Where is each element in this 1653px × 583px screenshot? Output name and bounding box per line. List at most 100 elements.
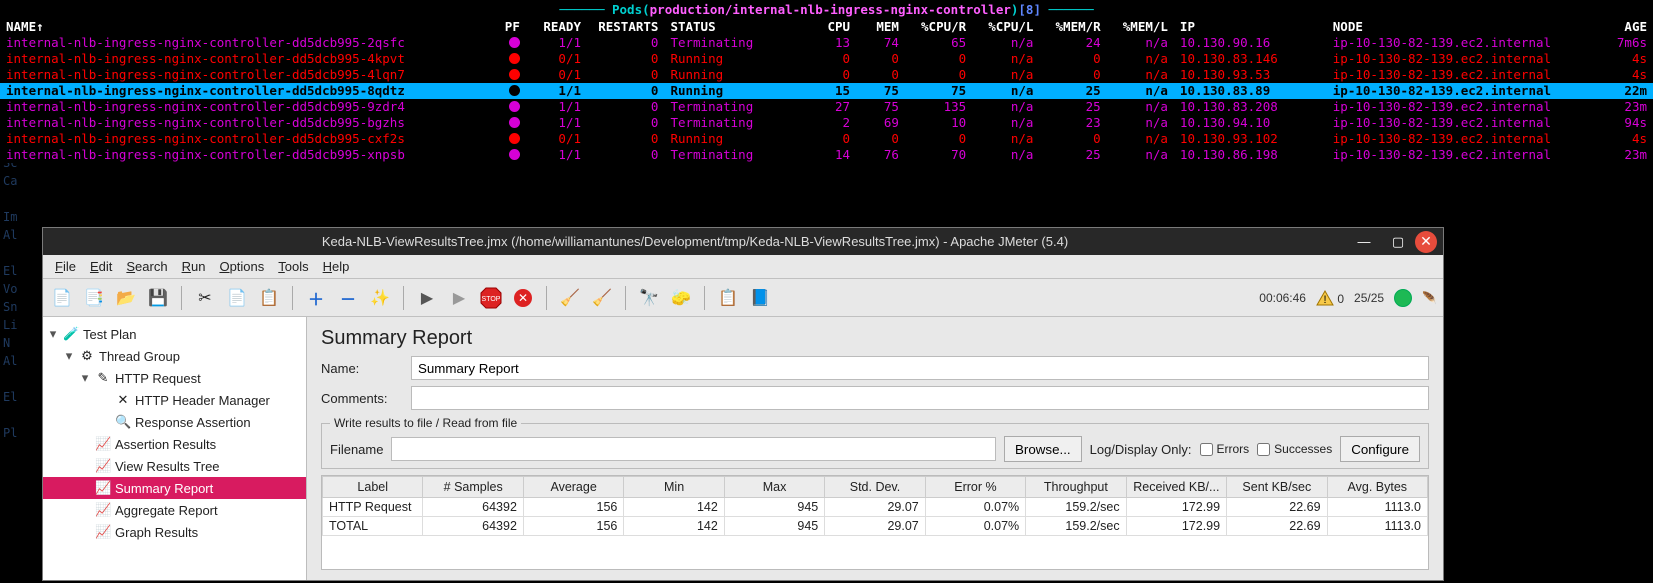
summary-col[interactable]: Label — [323, 477, 423, 498]
summary-col[interactable]: Std. Dev. — [825, 477, 925, 498]
templates-icon[interactable]: 📑 — [81, 285, 107, 311]
minus-icon[interactable]: － — [335, 285, 361, 311]
tree-item-icon: 📈 — [95, 524, 111, 540]
col-cpur[interactable]: %CPU/R — [905, 19, 972, 35]
open-icon[interactable]: 📂 — [113, 285, 139, 311]
run-no-timers-icon[interactable]: ▶ — [446, 285, 472, 311]
tree-node[interactable]: ▾ ⚙ Thread Group — [43, 345, 306, 367]
summary-col[interactable]: # Samples — [423, 477, 523, 498]
svg-text:STOP: STOP — [482, 296, 501, 303]
minimize-button[interactable]: — — [1351, 233, 1377, 251]
name-field[interactable] — [411, 356, 1429, 380]
browse-button[interactable]: Browse... — [1004, 436, 1082, 462]
cut-icon[interactable]: ✂ — [192, 285, 218, 311]
wand-icon[interactable]: ✨ — [367, 285, 393, 311]
menu-tools[interactable]: Tools — [272, 257, 314, 276]
shutdown-icon[interactable]: ✕ — [510, 285, 536, 311]
pod-row[interactable]: internal-nlb-ingress-nginx-controller-dd… — [0, 67, 1653, 83]
pod-row[interactable]: internal-nlb-ingress-nginx-controller-dd… — [0, 83, 1653, 99]
summary-row[interactable]: HTTP Request6439215614294529.070.07%159.… — [323, 498, 1428, 517]
summary-col[interactable]: Avg. Bytes — [1327, 477, 1427, 498]
col-mem[interactable]: MEM — [856, 19, 905, 35]
pod-row[interactable]: internal-nlb-ingress-nginx-controller-dd… — [0, 115, 1653, 131]
summary-row[interactable]: TOTAL6439215614294529.070.07%159.2/sec17… — [323, 517, 1428, 536]
summary-col[interactable]: Received KB/... — [1126, 477, 1226, 498]
col-cpul[interactable]: %CPU/L — [972, 19, 1039, 35]
tree-node[interactable]: 📈 Assertion Results — [43, 433, 306, 455]
tree-node[interactable]: 📈 Aggregate Report — [43, 499, 306, 521]
col-node[interactable]: NODE — [1327, 19, 1592, 35]
pod-row[interactable]: internal-nlb-ingress-nginx-controller-dd… — [0, 131, 1653, 147]
summary-col[interactable]: Sent KB/sec — [1227, 477, 1327, 498]
search-icon[interactable]: 🔭 — [636, 285, 662, 311]
col-status[interactable]: STATUS — [664, 19, 807, 35]
tree-item-label: Response Assertion — [135, 415, 251, 430]
errors-checkbox[interactable]: Errors — [1200, 442, 1250, 456]
test-plan-tree[interactable]: ▾ 🧪 Test Plan ▾ ⚙ Thread Group ▾ ✎ HTTP … — [43, 317, 307, 580]
menu-options[interactable]: Options — [213, 257, 270, 276]
close-button[interactable]: ✕ — [1415, 231, 1437, 253]
menu-run[interactable]: Run — [176, 257, 212, 276]
col-ready[interactable]: READY — [526, 19, 587, 35]
stop-icon[interactable]: STOP — [478, 285, 504, 311]
script-status-icon: 🪶 — [1422, 291, 1437, 305]
plus-icon[interactable]: ＋ — [303, 285, 329, 311]
tree-node[interactable]: ▾ ✎ HTTP Request — [43, 367, 306, 389]
maximize-button[interactable]: ▢ — [1385, 233, 1411, 251]
broom2-icon[interactable]: 🧹 — [589, 285, 615, 311]
summary-col[interactable]: Max — [724, 477, 824, 498]
pod-row[interactable]: internal-nlb-ingress-nginx-controller-dd… — [0, 51, 1653, 67]
summary-col[interactable]: Error % — [925, 477, 1025, 498]
tree-node[interactable]: 📈 Summary Report — [43, 477, 306, 499]
comments-field[interactable] — [411, 386, 1429, 410]
tree-node[interactable]: ▾ 🧪 Test Plan — [43, 323, 306, 345]
filename-field[interactable] — [391, 437, 996, 461]
menu-search[interactable]: Search — [120, 257, 173, 276]
tree-twisty-icon[interactable]: ▾ — [47, 326, 59, 342]
svg-text:!: ! — [1323, 294, 1326, 306]
tree-node[interactable]: 📈 View Results Tree — [43, 455, 306, 477]
warning-indicator[interactable]: ! 0 — [1316, 290, 1344, 306]
tree-twisty-icon[interactable]: ▾ — [63, 348, 75, 364]
menu-file[interactable]: File — [49, 257, 82, 276]
function-helper-icon[interactable]: 📋 — [715, 285, 741, 311]
jmeter-titlebar[interactable]: Keda-NLB-ViewResultsTree.jmx (/home/will… — [43, 228, 1443, 255]
clear-search-icon[interactable]: 🧽 — [668, 285, 694, 311]
run-icon[interactable]: ▶ — [414, 285, 440, 311]
summary-table[interactable]: Label# SamplesAverageMinMaxStd. Dev.Erro… — [321, 475, 1429, 570]
menu-help[interactable]: Help — [317, 257, 356, 276]
summary-col[interactable]: Throughput — [1026, 477, 1126, 498]
pod-row[interactable]: internal-nlb-ingress-nginx-controller-dd… — [0, 35, 1653, 51]
menu-edit[interactable]: Edit — [84, 257, 118, 276]
summary-col[interactable]: Min — [624, 477, 724, 498]
jmeter-menubar[interactable]: FileEditSearchRunOptionsToolsHelp — [43, 255, 1443, 279]
col-age[interactable]: AGE — [1592, 19, 1653, 35]
tree-node[interactable]: 📈 Graph Results — [43, 521, 306, 543]
col-ip[interactable]: IP — [1174, 19, 1327, 35]
summary-col[interactable]: Average — [523, 477, 623, 498]
new-icon[interactable]: 📄 — [49, 285, 75, 311]
help-icon[interactable]: 📘 — [747, 285, 773, 311]
tree-node[interactable]: ✕ HTTP Header Manager — [43, 389, 306, 411]
pods-header-row[interactable]: NAME↑ PF READY RESTARTS STATUS CPU MEM %… — [0, 19, 1653, 35]
tree-twisty-icon[interactable]: ▾ — [79, 370, 91, 386]
col-meml[interactable]: %MEM/L — [1107, 19, 1174, 35]
col-name[interactable]: NAME↑ — [0, 19, 489, 35]
save-icon[interactable]: 💾 — [145, 285, 171, 311]
tree-item-icon: ⚙ — [79, 348, 95, 364]
copy-icon[interactable]: 📄 — [224, 285, 250, 311]
col-pf[interactable]: PF — [489, 19, 526, 35]
col-cpu[interactable]: CPU — [807, 19, 856, 35]
summary-header-row[interactable]: Label# SamplesAverageMinMaxStd. Dev.Erro… — [323, 477, 1428, 498]
pods-table[interactable]: NAME↑ PF READY RESTARTS STATUS CPU MEM %… — [0, 19, 1653, 163]
col-memr[interactable]: %MEM/R — [1039, 19, 1106, 35]
paste-icon[interactable]: 📋 — [256, 285, 282, 311]
jmeter-toolbar[interactable]: 📄 📑 📂 💾 ✂ 📄 📋 ＋ － ✨ ▶ ▶ STOP ✕ 🧹 🧹 🔭 🧽 📋… — [43, 279, 1443, 317]
pod-row[interactable]: internal-nlb-ingress-nginx-controller-dd… — [0, 147, 1653, 163]
broom1-icon[interactable]: 🧹 — [557, 285, 583, 311]
pod-row[interactable]: internal-nlb-ingress-nginx-controller-dd… — [0, 99, 1653, 115]
successes-checkbox[interactable]: Successes — [1257, 442, 1332, 456]
tree-node[interactable]: 🔍 Response Assertion — [43, 411, 306, 433]
configure-button[interactable]: Configure — [1340, 436, 1420, 462]
col-restarts[interactable]: RESTARTS — [587, 19, 664, 35]
